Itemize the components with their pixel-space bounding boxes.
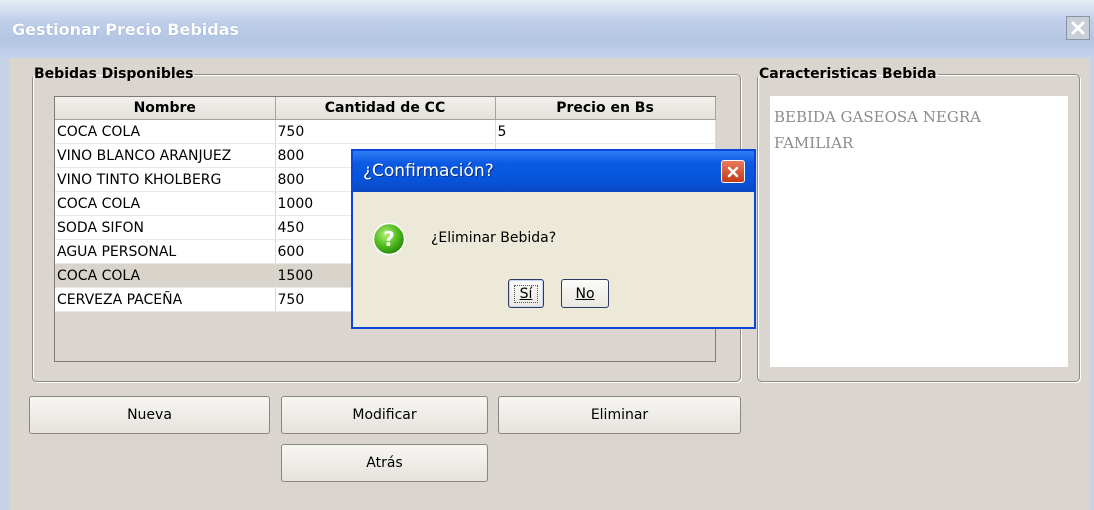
cell-nombre: CERVEZA PACEÑA (55, 287, 276, 312)
cell-nombre: AGUA PERSONAL (55, 239, 276, 264)
dialog-titlebar: ¿Confirmación? (353, 151, 754, 192)
question-icon: ? (372, 222, 406, 256)
caracteristicas-bebida-legend: Caracteristicas Bebida (759, 66, 937, 82)
modificar-button[interactable]: Modificar (281, 396, 488, 434)
close-icon (1071, 21, 1085, 35)
dialog-no-label: No (575, 285, 595, 302)
nueva-button[interactable]: Nueva (29, 396, 270, 434)
dialog-message: ¿Eliminar Bebida? (431, 230, 557, 246)
cell-cantidad: 750 (275, 119, 496, 144)
close-icon (727, 166, 739, 177)
bebidas-disponibles-legend: Bebidas Disponibles (34, 66, 194, 82)
caracteristicas-textarea[interactable]: BEBIDA GASEOSA NEGRA FAMILIAR (770, 96, 1068, 367)
cell-nombre: COCA COLA (55, 191, 276, 216)
confirmation-dialog: ¿Confirmación? ? ¿Eliminar Bebida? Sí No (351, 149, 756, 329)
window-titlebar: Gestionar Precio Bebidas (0, 0, 1094, 58)
eliminar-button[interactable]: Eliminar (498, 396, 741, 434)
dialog-yes-label: Sí (513, 284, 539, 303)
column-header-precio[interactable]: Precio en Bs (495, 97, 716, 120)
cell-nombre: VINO BLANCO ARANJUEZ (55, 143, 276, 168)
window-right-border (1089, 58, 1094, 510)
window-close-button[interactable] (1066, 16, 1090, 40)
cell-nombre: SODA SIFON (55, 215, 276, 240)
dialog-title: ¿Confirmación? (363, 161, 494, 181)
cell-nombre: VINO TINTO KHOLBERG (55, 167, 276, 192)
cell-precio: 5 (495, 119, 716, 144)
dialog-close-button[interactable] (721, 160, 745, 183)
window-left-border (0, 58, 9, 510)
dialog-yes-button[interactable]: Sí (508, 279, 544, 308)
atras-button[interactable]: Atrás (281, 444, 488, 482)
dialog-no-button[interactable]: No (561, 279, 609, 308)
window-title: Gestionar Precio Bebidas (12, 20, 240, 39)
table-row[interactable]: COCA COLA 750 5 (55, 119, 716, 144)
table-header-row: Nombre Cantidad de CC Precio en Bs (55, 97, 716, 120)
cell-nombre: COCA COLA (55, 119, 276, 144)
column-header-nombre[interactable]: Nombre (55, 97, 276, 120)
column-header-cantidad[interactable]: Cantidad de CC (275, 97, 496, 120)
cell-nombre: COCA COLA (55, 263, 276, 288)
svg-text:?: ? (383, 227, 395, 251)
